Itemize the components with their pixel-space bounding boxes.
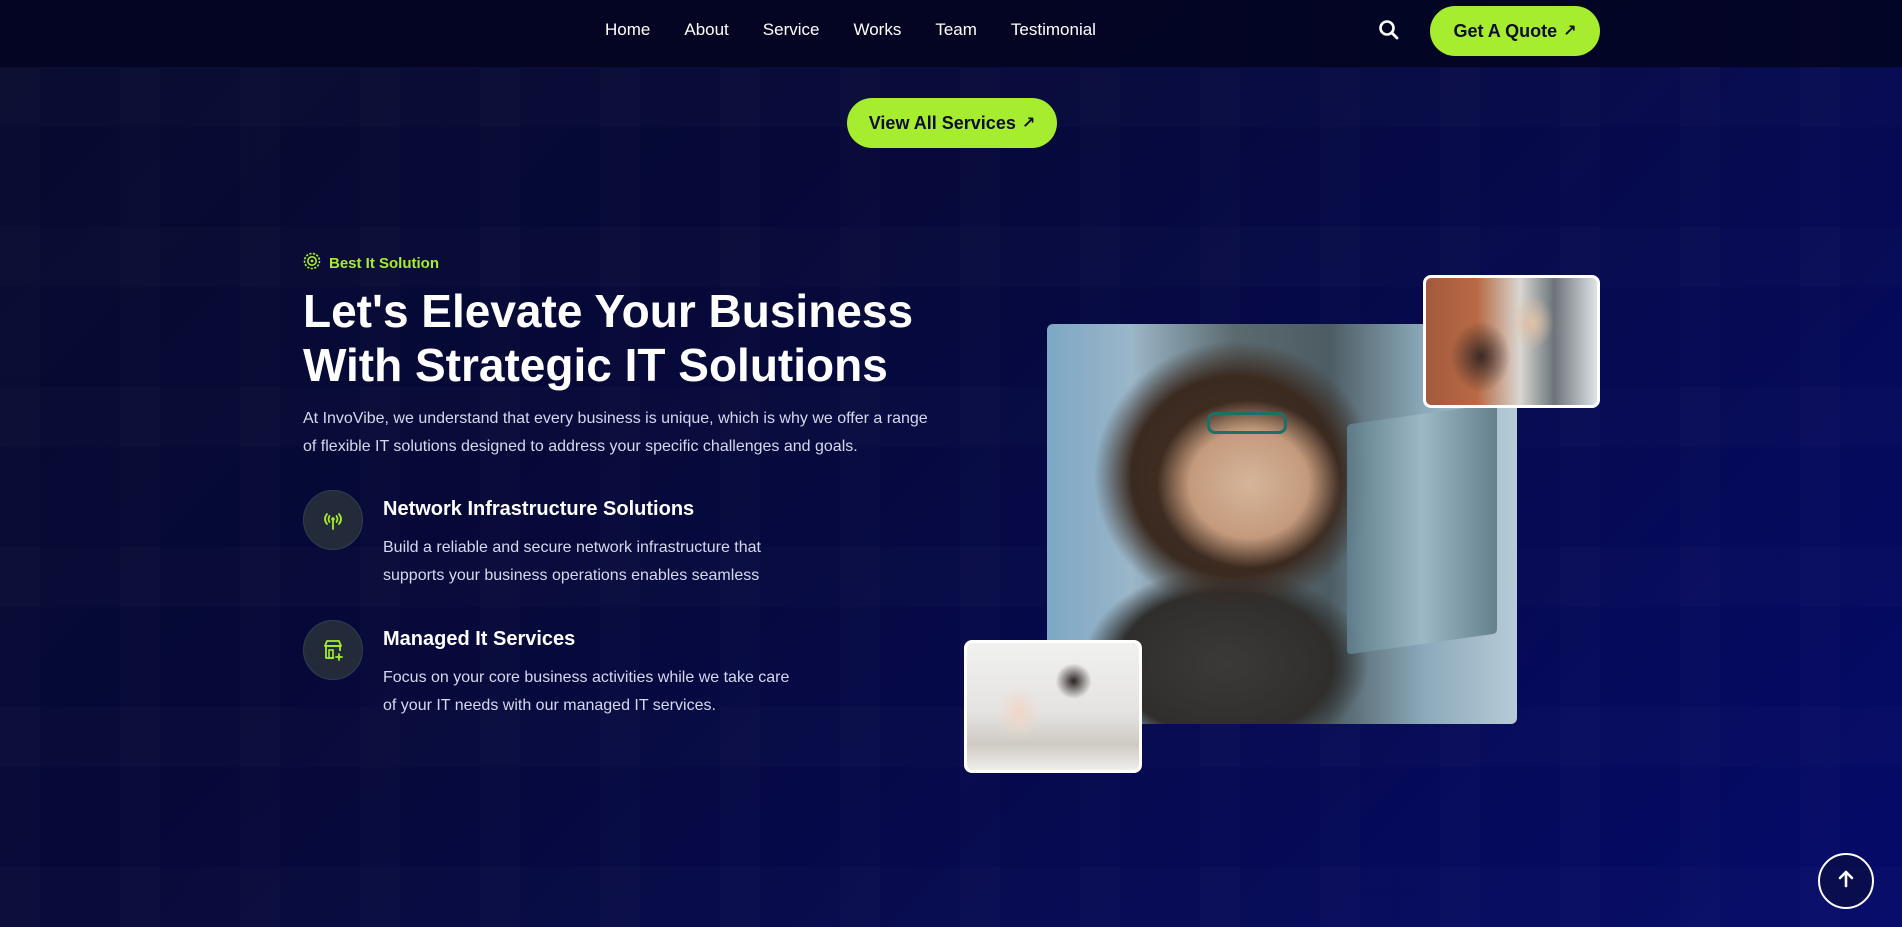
arrow-up-right-icon: ↗ xyxy=(1021,115,1036,132)
shop-add-icon xyxy=(303,620,363,680)
nav-link-about[interactable]: About xyxy=(684,20,728,40)
section-lead-text: At InvoVibe, we understand that every bu… xyxy=(303,410,928,455)
nav-link-service[interactable]: Service xyxy=(763,20,820,40)
business-discussion-photo xyxy=(964,640,1142,773)
scroll-to-top-button[interactable] xyxy=(1818,853,1874,909)
arrow-up-icon xyxy=(1836,869,1856,894)
view-all-services-button[interactable]: View All Services ↗ xyxy=(847,98,1057,148)
feature-description: Build a reliable and secure network infr… xyxy=(383,539,761,584)
antenna-icon xyxy=(303,490,363,550)
nav-link-works[interactable]: Works xyxy=(853,20,901,40)
glasses-shape xyxy=(1207,412,1287,434)
feature-description: Focus on your core business activities w… xyxy=(383,669,790,714)
navbar: Home About Service Works Team Testimonia… xyxy=(0,0,1902,67)
gear-icon xyxy=(303,252,321,275)
get-a-quote-button[interactable]: Get A Quote ↗ xyxy=(1430,6,1600,56)
nav-link-testimonial[interactable]: Testimonial xyxy=(1011,20,1096,40)
section-eyebrow: Best It Solution xyxy=(303,252,439,275)
nav-link-home[interactable]: Home xyxy=(605,20,650,40)
view-all-services-label: View All Services xyxy=(868,112,1016,133)
section-headline: Let's Elevate Your Business With Strateg… xyxy=(303,285,914,391)
team-meeting-photo xyxy=(1423,275,1600,408)
feature-title: Managed It Services xyxy=(383,628,576,650)
arrow-up-right-icon: ↗ xyxy=(1563,23,1577,40)
nav-menu: Home About Service Works Team Testimonia… xyxy=(605,20,1096,40)
feature-title: Network Infrastructure Solutions xyxy=(383,498,695,520)
nav-link-team[interactable]: Team xyxy=(935,20,977,40)
section-eyebrow-label: Best It Solution xyxy=(329,255,439,272)
monitor-shape xyxy=(1347,403,1497,655)
search-icon[interactable] xyxy=(1378,19,1402,43)
get-a-quote-label: Get A Quote xyxy=(1453,20,1558,41)
